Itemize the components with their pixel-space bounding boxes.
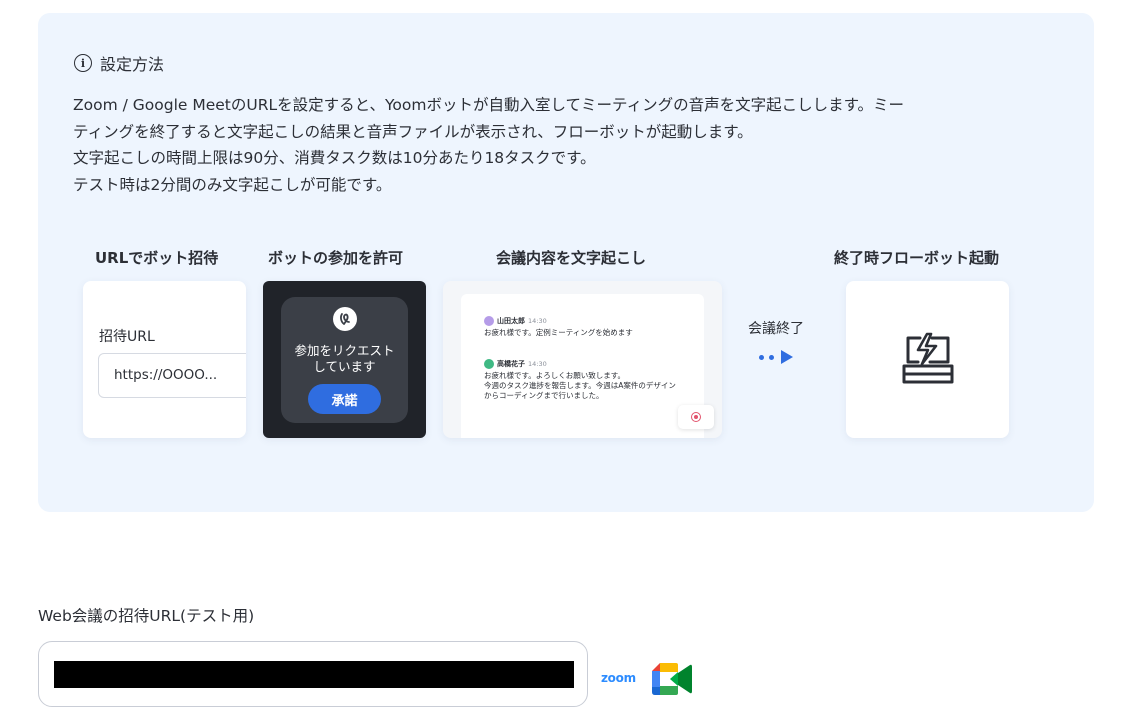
bot-approval-card: 参加をリクエスト しています 承諾	[263, 281, 426, 438]
message-time: 14:30	[528, 317, 547, 325]
info-title-text: 設定方法	[100, 55, 165, 74]
flowbot-start-card	[846, 281, 1009, 438]
speaker-name: 高橋花子	[497, 360, 525, 368]
message-text: からコーディングまで行いました。	[484, 391, 604, 400]
redacted-url-value	[54, 661, 574, 688]
info-title: i 設定方法	[74, 51, 164, 75]
test-url-input[interactable]	[38, 641, 588, 707]
flowbot-icon	[902, 332, 954, 384]
join-request-line: 参加をリクエスト	[294, 343, 395, 358]
record-icon	[691, 412, 701, 422]
info-line: テスト時は2分間のみ文字起こしが可能です。	[73, 175, 392, 194]
transcript-message: 高橋花子 14:30 お疲れ様です。よろしくお願い致します。 今週のタスク進捗を…	[484, 359, 676, 401]
step-label-transcribe: 会議内容を文字起こし	[496, 249, 647, 267]
step-label-invite: URLでボット招待	[95, 249, 219, 267]
meeting-end-label: 会議終了	[748, 321, 804, 337]
google-meet-icon	[652, 663, 692, 695]
approve-button: 承諾	[308, 384, 381, 414]
message-text: お疲れ様です。よろしくお願い致します。	[484, 371, 625, 380]
transcript-sheet: 山田太郎 14:30 お疲れ様です。定例ミーティングを始めます 高橋花子 14:…	[461, 294, 704, 438]
invite-url-card: 招待URL https://OOOO...	[83, 281, 246, 438]
yoom-bot-icon	[332, 307, 357, 331]
info-line: Zoom / Google MeetのURLを設定すると、Yoomボットが自動入…	[73, 96, 905, 114]
arrow-right-icon	[759, 350, 793, 364]
info-description: Zoom / Google MeetのURLを設定すると、Yoomボットが自動入…	[73, 92, 1073, 198]
test-url-label: Web会議の招待URL(テスト用)	[38, 607, 255, 625]
info-line: 文字起こしの時間上限は90分、消費タスク数は10分あたり18タスクです。	[73, 149, 596, 167]
message-text: お疲れ様です。定例ミーティングを始めます	[484, 328, 633, 337]
step-label-flowbot: 終了時フローボット起動	[834, 249, 1000, 267]
avatar	[484, 316, 494, 326]
message-time: 14:30	[528, 360, 547, 368]
info-line: ティングを終了すると文字起こしの結果と音声ファイルが表示され、フローボットが起動…	[73, 122, 753, 141]
join-request-line: しています	[313, 359, 376, 374]
join-request-text: 参加をリクエスト しています	[281, 343, 408, 375]
info-circle-icon: i	[74, 54, 92, 72]
setup-info-panel: i 設定方法 Zoom / Google MeetのURLを設定すると、Yoom…	[38, 13, 1094, 512]
avatar	[484, 359, 494, 369]
invite-url-label: 招待URL	[99, 329, 155, 345]
join-request-dialog: 参加をリクエスト しています 承諾	[281, 297, 408, 423]
message-text: 今週のタスク進捗を報告します。今週はA案件のデザイン	[484, 381, 676, 390]
zoom-logo: zoom	[601, 671, 636, 685]
invite-url-example: https://OOOO...	[98, 353, 246, 398]
transcript-message: 山田太郎 14:30 お疲れ様です。定例ミーティングを始めます	[484, 316, 633, 338]
speaker-name: 山田太郎	[497, 317, 525, 325]
transcript-card: 山田太郎 14:30 お疲れ様です。定例ミーティングを始めます 高橋花子 14:…	[443, 281, 722, 438]
record-button	[678, 405, 714, 429]
step-label-allow: ボットの参加を許可	[268, 249, 404, 267]
